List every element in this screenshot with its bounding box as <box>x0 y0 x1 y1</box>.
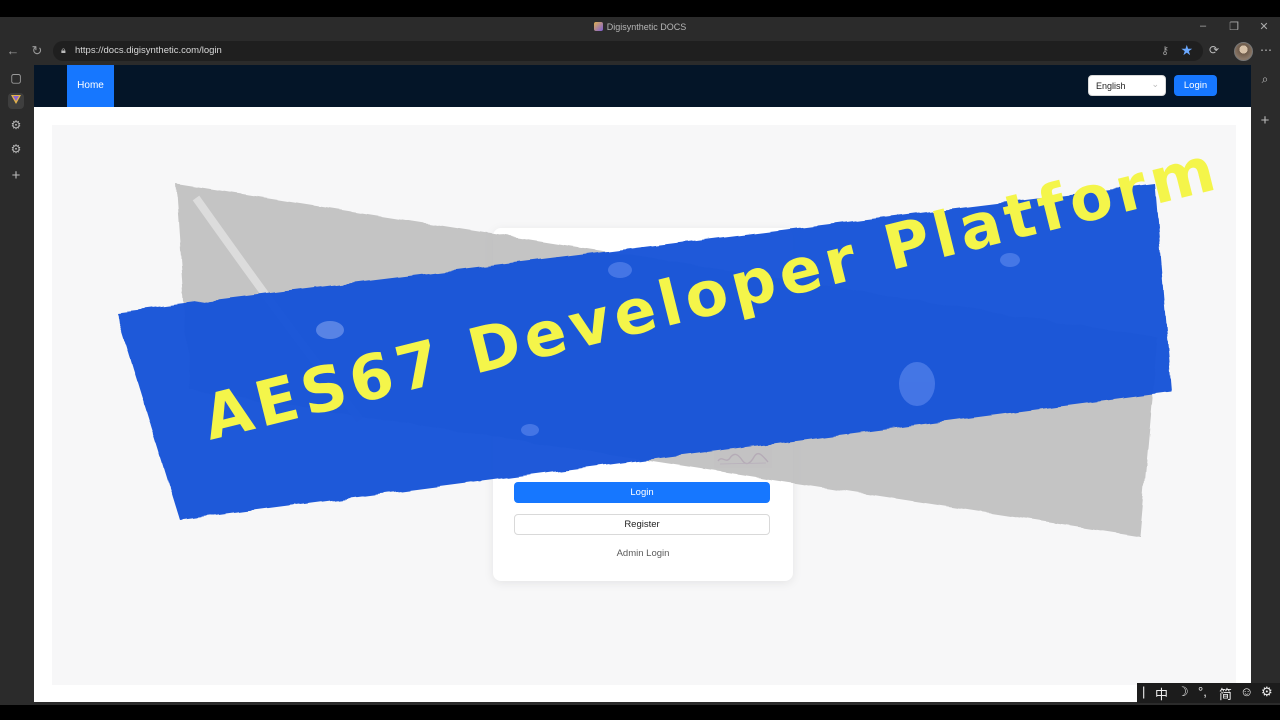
ime-divider: | <box>1142 684 1146 699</box>
title-bar: Digisynthetic DOCS – ❐ ✕ <box>0 17 1280 39</box>
more-menu-icon[interactable]: ⋯ <box>1260 43 1272 57</box>
tab-actions-icon[interactable]: ▢ <box>8 70 24 86</box>
ime-toolbar: | 中 ☽ °, 简 ☺ ⚙ <box>1137 683 1280 703</box>
password-key-icon[interactable]: ⚷ <box>1161 44 1169 57</box>
site-favicon-icon <box>593 22 603 31</box>
site-favicon-icon <box>11 95 21 104</box>
window-title: Digisynthetic DOCS <box>0 22 1280 32</box>
ime-punct-icon[interactable]: °, <box>1198 684 1207 699</box>
add-sidebar-app-icon[interactable]: + <box>1257 113 1273 129</box>
refresh-icon[interactable]: ↻ <box>29 43 45 59</box>
vertical-tabs-rail: ▢ ⚙ ⚙ + <box>0 64 33 705</box>
admin-login-link[interactable]: Admin Login <box>493 548 793 559</box>
extensions-icon[interactable]: ⟳ <box>1209 43 1219 57</box>
nav-home-tab[interactable]: Home <box>67 65 114 107</box>
settings-tab-icon-2[interactable]: ⚙ <box>8 141 24 157</box>
language-value: English <box>1096 81 1126 91</box>
close-icon[interactable]: ✕ <box>1257 20 1271 33</box>
ime-simplified-mode[interactable]: 简 <box>1219 684 1232 703</box>
favorite-star-icon[interactable]: ★ <box>1180 42 1193 59</box>
login-card: Login Register Admin Login <box>493 228 793 581</box>
minimize-icon[interactable]: – <box>1196 20 1210 32</box>
top-navbar: Home English ⌄ Login <box>34 65 1251 107</box>
active-tab-favicon-icon[interactable] <box>8 93 24 109</box>
settings-tab-icon[interactable]: ⚙ <box>8 117 24 133</box>
ime-chinese-mode[interactable]: 中 <box>1155 684 1168 703</box>
site-info-icon[interactable]: 🔒︎ <box>61 45 71 55</box>
login-button[interactable]: Login <box>514 482 770 503</box>
register-button[interactable]: Register <box>514 514 770 535</box>
ime-emoji-icon[interactable]: ☺ <box>1240 684 1253 699</box>
screen: Digisynthetic DOCS – ❐ ✕ ← ↻ 🔒︎ https://… <box>0 0 1280 720</box>
url-text[interactable]: https://docs.digisynthetic.com/login <box>75 45 222 56</box>
ime-moon-icon[interactable]: ☽ <box>1177 684 1189 700</box>
restore-icon[interactable]: ❐ <box>1227 20 1241 33</box>
new-tab-icon[interactable]: + <box>8 168 24 184</box>
nav-login-button[interactable]: Login <box>1174 75 1217 96</box>
address-row: ← ↻ 🔒︎ https://docs.digisynthetic.com/lo… <box>0 39 1280 64</box>
profile-avatar[interactable] <box>1234 42 1253 61</box>
address-bar[interactable]: 🔒︎ https://docs.digisynthetic.com/login … <box>53 41 1203 61</box>
chevron-down-icon: ⌄ <box>1151 79 1159 89</box>
back-icon[interactable]: ← <box>5 43 21 58</box>
search-icon[interactable]: ⌕ <box>1257 71 1273 87</box>
captcha-image[interactable] <box>714 446 772 468</box>
ime-settings-icon[interactable]: ⚙ <box>1261 684 1273 700</box>
web-page: Home English ⌄ Login Login Register Admi… <box>34 65 1251 702</box>
language-select[interactable]: English ⌄ <box>1088 75 1166 96</box>
sidebar-rail: ⌕ + <box>1251 64 1280 705</box>
